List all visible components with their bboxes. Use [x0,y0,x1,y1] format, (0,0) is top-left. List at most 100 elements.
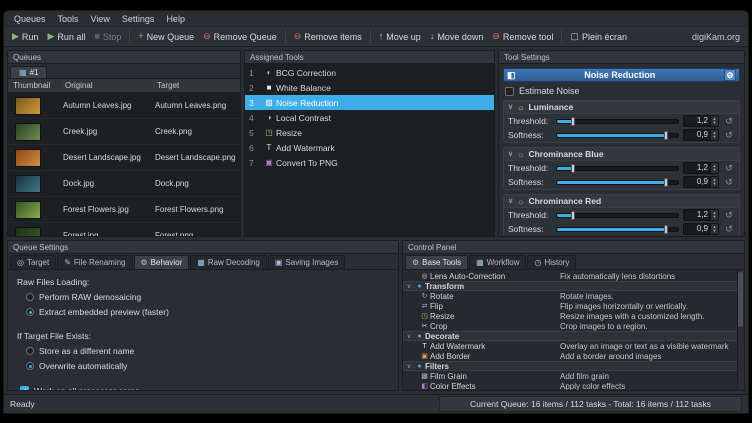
overwrite-option[interactable]: Overwrite automatically [26,360,389,371]
tab-target[interactable]: ◎ Target [10,255,56,269]
all-cores-checkbox[interactable]: ✓ [20,386,29,391]
estimate-noise-option[interactable]: ✓ Estimate Noise [503,86,740,96]
menu-help[interactable]: Help [160,13,191,25]
list-item[interactable]: 7 ▣ Convert To PNG [245,155,494,170]
scrollbar[interactable] [737,270,744,390]
list-item-selected[interactable]: 3 ▨ Noise Reduction [245,95,494,110]
luminance-group-header[interactable]: ∨ ☼ Luminance [504,101,739,114]
column-thumbnail[interactable]: Thumbnail [11,81,63,90]
softness-slider[interactable] [556,227,679,232]
estimate-noise-checkbox[interactable]: ✓ [505,87,514,96]
slider-handle[interactable] [571,164,575,173]
spin-arrows-icon[interactable]: ▴▾ [710,116,718,126]
radio-button[interactable] [26,308,34,316]
tree-item-lens-auto-correction[interactable]: ◎ Lens Auto-Correction Fix automatically… [403,271,744,281]
threshold-slider[interactable] [556,166,679,171]
tab-workflow[interactable]: ▦ Workflow [469,255,526,269]
remove-items-button[interactable]: ⊖ Remove items [290,30,366,44]
tree-group-decorate[interactable]: ∨ ● Decorate [403,331,744,341]
table-row[interactable]: Dock.jpg Dock.png [8,171,240,197]
tree-item-crop[interactable]: ✂ Crop Crop images to a region. [403,321,744,331]
chrominance-blue-group-header[interactable]: ∨ ☼ Chrominance Blue [504,148,739,161]
softness-spinbox[interactable]: 0,9 ▴▾ [683,129,719,141]
run-all-button[interactable]: ▶ Run all [43,30,89,44]
spin-arrows-icon[interactable]: ▴▾ [710,177,718,187]
slider-handle[interactable] [571,117,575,126]
stop-button[interactable]: ■ Stop [90,30,125,44]
reset-icon[interactable]: ↺ [723,130,735,141]
tree-item-film-grain[interactable]: ▩ Film Grain Add film grain [403,371,744,381]
radio-button[interactable] [26,362,34,370]
scrollbar-thumb[interactable] [738,272,743,327]
remove-tool-button[interactable]: ⊖ Remove tool [488,30,557,44]
tree-item-rotate[interactable]: ↻ Rotate Rotate images. [403,291,744,301]
radio-button[interactable] [26,347,34,355]
spin-arrows-icon[interactable]: ▴▾ [710,210,718,220]
tree-item-add-watermark[interactable]: T Add Watermark Overlay an image or text… [403,341,744,351]
table-row[interactable]: Autumn Leaves.jpg Autumn Leaves.png [8,93,240,119]
tree-item-color-effects[interactable]: ◧ Color Effects Apply color effects [403,381,744,390]
table-row[interactable]: Desert Landscape.jpg Desert Landscape.pn… [8,145,240,171]
run-button[interactable]: ▶ Run [8,30,42,44]
softness-spinbox[interactable]: 0,9 ▴▾ [683,176,719,188]
tree-group-filters[interactable]: ∨ ● Filters [403,361,744,371]
menu-settings[interactable]: Settings [116,13,161,25]
column-original[interactable]: Original [63,81,155,90]
list-item[interactable]: 6 T Add Watermark [245,140,494,155]
slider-handle[interactable] [664,178,668,187]
list-item[interactable]: 2 ■ White Balance [245,80,494,95]
softness-spinbox[interactable]: 0,9 ▴▾ [683,223,719,235]
slider-handle[interactable] [664,225,668,234]
chrominance-red-group-header[interactable]: ∨ ☼ Chrominance Red [504,195,739,208]
radio-button[interactable] [26,293,34,301]
gear-icon[interactable]: ⚙ [724,69,736,81]
threshold-spinbox[interactable]: 1,2 ▴▾ [683,115,719,127]
expander-icon[interactable]: ∨ [404,333,414,340]
different-name-option[interactable]: Store as a different name [26,345,389,356]
spin-arrows-icon[interactable]: ▴▾ [710,130,718,140]
embedded-preview-option[interactable]: Extract embedded preview (faster) [26,306,389,317]
tree-item-add-border[interactable]: ▣ Add Border Add a border around images [403,351,744,361]
move-down-button[interactable]: ↓ Move down [426,30,488,44]
table-row[interactable]: Creek.jpg Creek.png [8,119,240,145]
tree-group-transform[interactable]: ∨ ● Transform [403,281,744,291]
reset-icon[interactable]: ↺ [723,210,735,221]
table-row[interactable]: Forest.jpg Forest.png [8,223,240,236]
tab-history[interactable]: ◷ History [527,255,576,269]
menu-view[interactable]: View [85,13,116,25]
threshold-spinbox[interactable]: 1,2 ▴▾ [683,209,719,221]
softness-slider[interactable] [556,133,679,138]
tab-saving-images[interactable]: ▣ Saving Images [268,255,345,269]
reset-icon[interactable]: ↺ [723,116,735,127]
table-row[interactable]: Forest Flowers.jpg Forest Flowers.png [8,197,240,223]
threshold-slider[interactable] [556,213,679,218]
move-up-button[interactable]: ↑ Move up [375,30,425,44]
softness-slider[interactable] [556,180,679,185]
fullscreen-button[interactable]: ▢ Plein écran [566,30,631,44]
menu-queues[interactable]: Queues [8,13,52,25]
list-item[interactable]: 1 ◐ BCG Correction [245,65,494,80]
tree-item-flip[interactable]: ⇄ Flip Flip images horizontally or verti… [403,301,744,311]
queue-tab-1[interactable]: ▦ #1 [10,66,47,78]
expander-icon[interactable]: ∨ [404,283,414,290]
raw-demosaic-option[interactable]: Perform RAW demosaicing [26,291,389,302]
column-target[interactable]: Target [155,81,237,90]
reset-icon[interactable]: ↺ [723,177,735,188]
slider-handle[interactable] [664,131,668,140]
menu-tools[interactable]: Tools [52,13,85,25]
threshold-spinbox[interactable]: 1,2 ▴▾ [683,162,719,174]
threshold-slider[interactable] [556,119,679,124]
reset-icon[interactable]: ↺ [723,224,735,235]
spin-arrows-icon[interactable]: ▴▾ [710,224,718,234]
expander-icon[interactable]: ∨ [404,363,414,370]
reset-icon[interactable]: ↺ [723,163,735,174]
new-queue-button[interactable]: + New Queue [134,30,198,44]
tab-file-renaming[interactable]: ✎ File Renaming [57,255,132,269]
all-cores-option[interactable]: ✓ Work on all processor cores [20,385,389,391]
remove-queue-button[interactable]: ⊖ Remove Queue [199,30,281,44]
tab-raw-decoding[interactable]: ▦ Raw Decoding [190,255,267,269]
list-item[interactable]: 4 ◑ Local Contrast [245,110,494,125]
list-item[interactable]: 5 ◳ Resize [245,125,494,140]
tab-base-tools[interactable]: ⚙ Base Tools [405,255,468,269]
tab-behavior[interactable]: ⚙ Behavior [134,255,190,269]
